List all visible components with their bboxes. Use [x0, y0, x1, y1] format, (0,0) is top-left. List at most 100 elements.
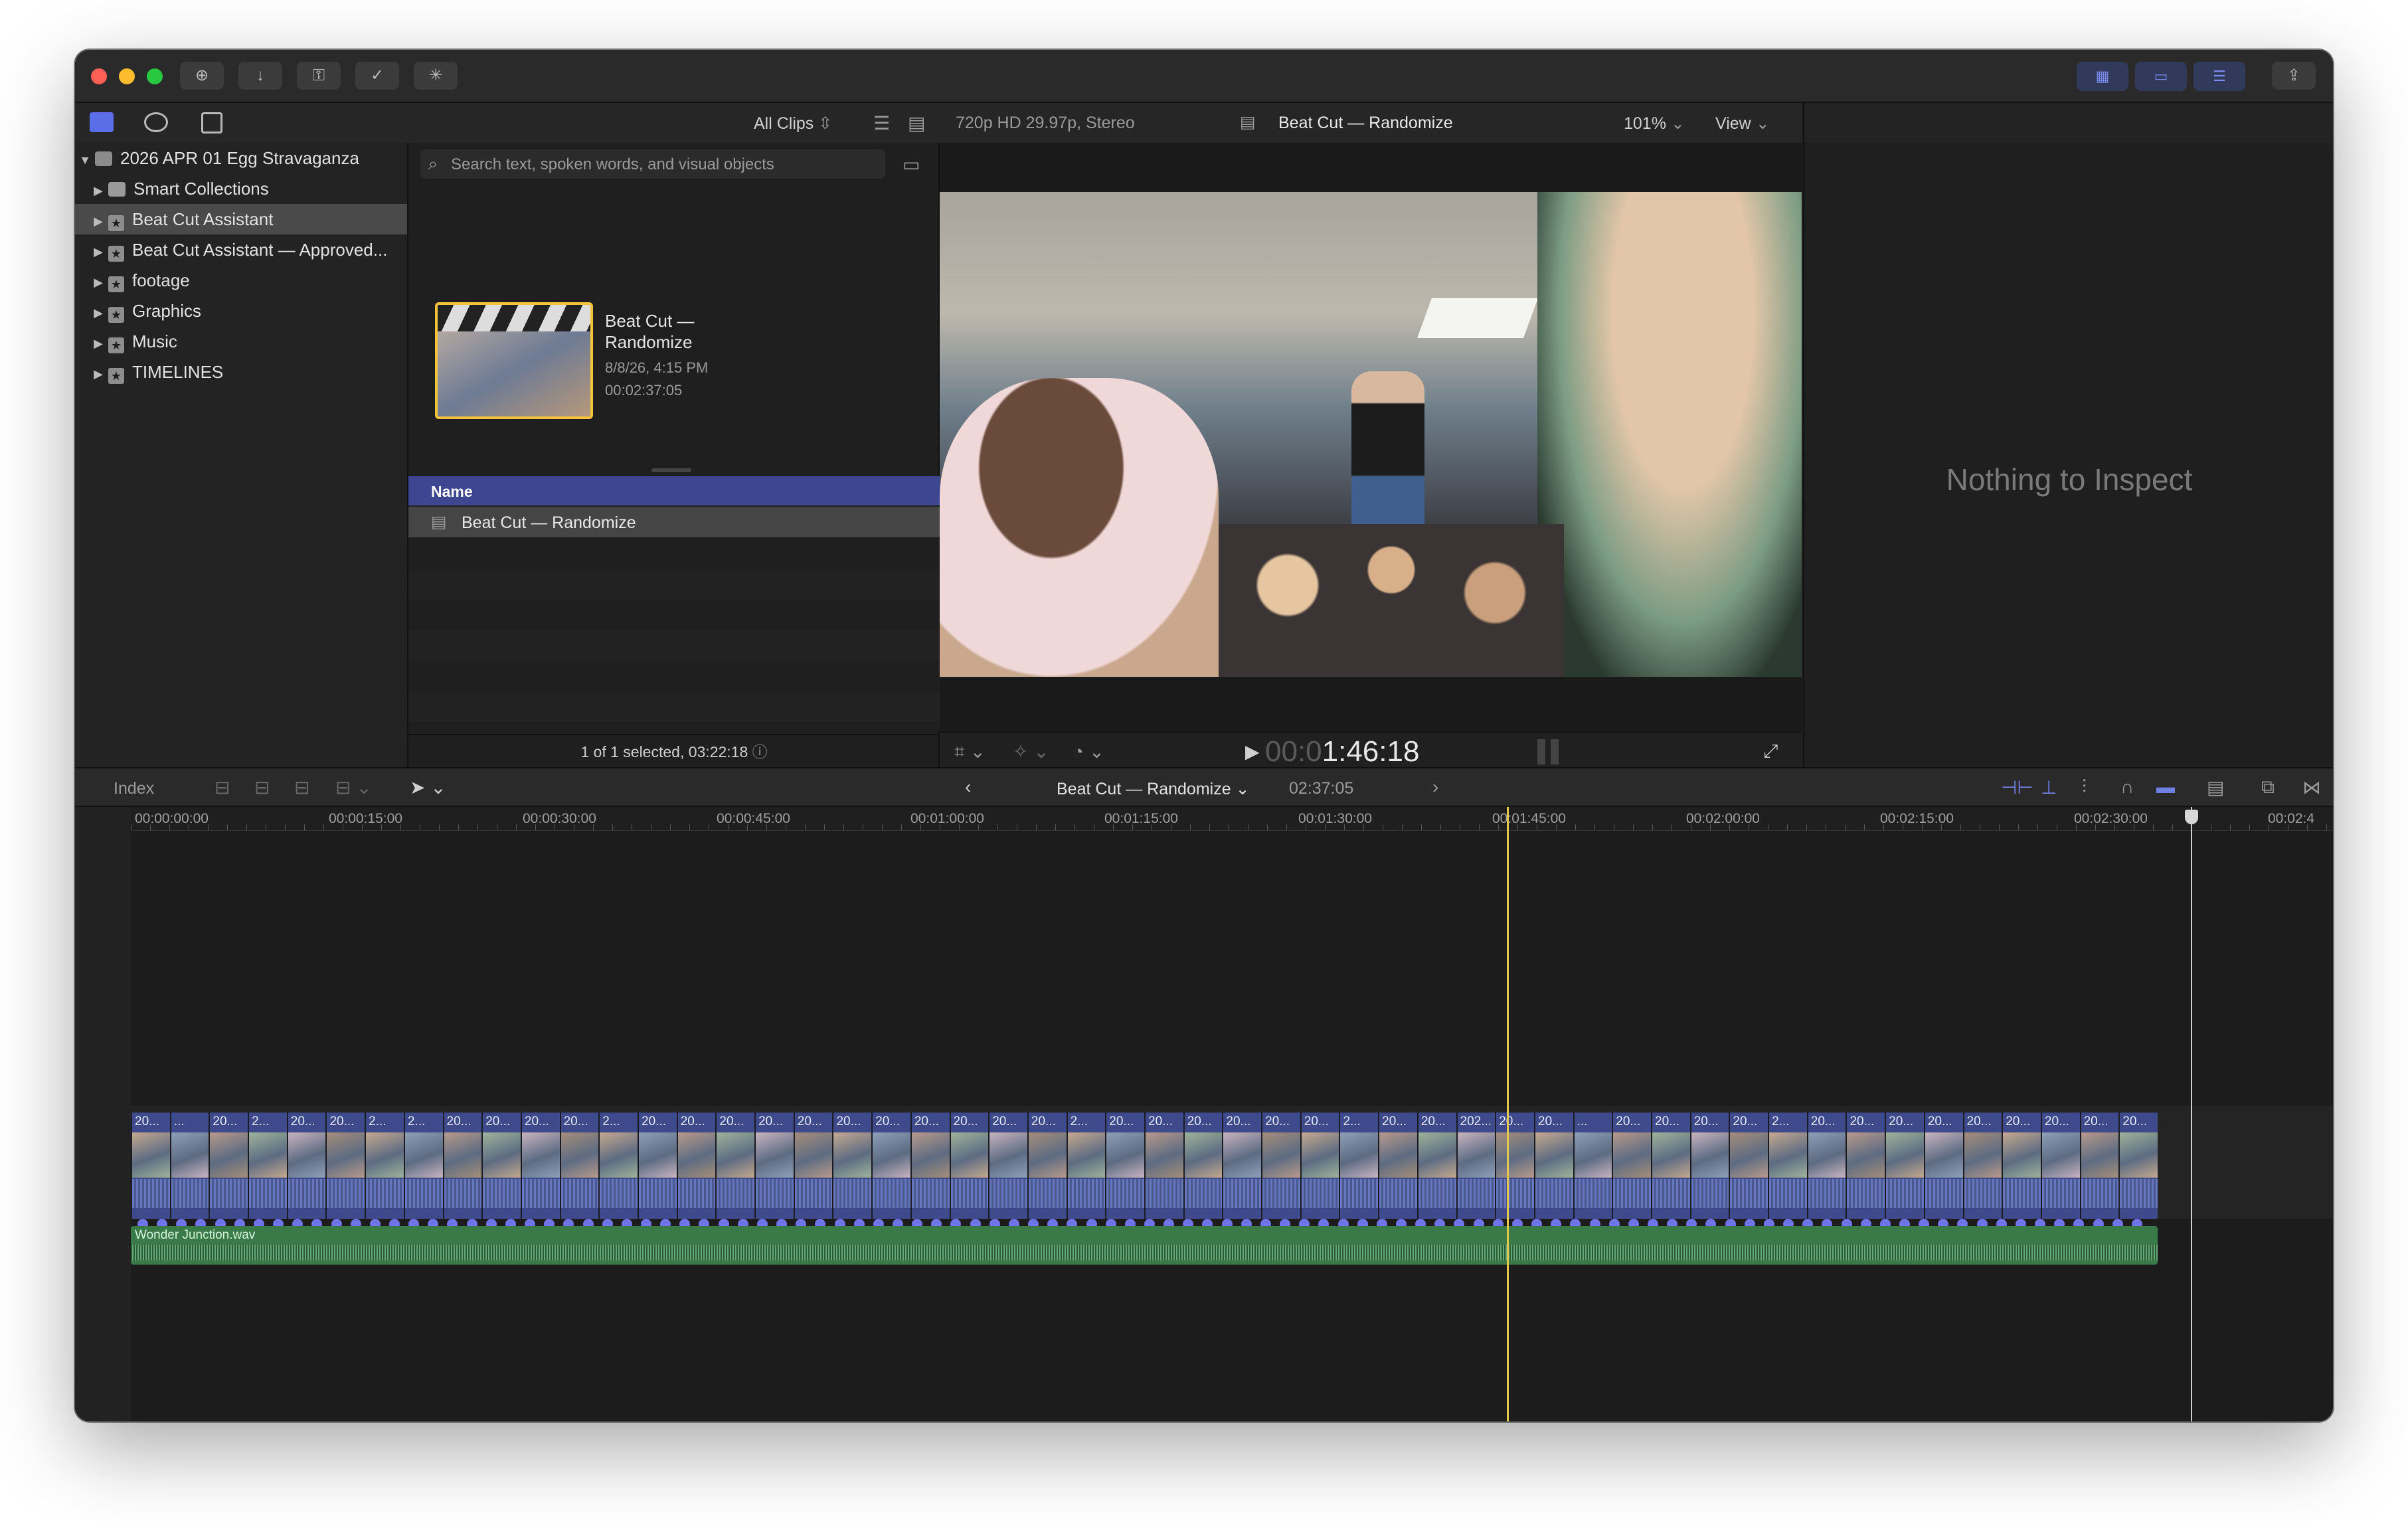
connect-clip-icon[interactable]: ⊟: [215, 776, 230, 798]
play-icon[interactable]: ▶: [1245, 741, 1260, 762]
timeline-clip[interactable]: 2...: [1768, 1113, 1807, 1219]
effects-browser-icon[interactable]: ⧉: [2261, 776, 2275, 798]
skimmer-line[interactable]: [1507, 807, 1509, 1421]
timeline-clip[interactable]: 2...: [598, 1113, 638, 1219]
history-back-icon[interactable]: ‹: [965, 776, 971, 798]
timeline-clip[interactable]: 20...: [442, 1113, 482, 1219]
disclosure-icon[interactable]: ▶: [88, 359, 108, 389]
transitions-browser-icon[interactable]: ⋈: [2302, 776, 2321, 798]
timeline-clip[interactable]: 20...: [2040, 1113, 2080, 1219]
disclosure-open-icon[interactable]: ▼: [75, 145, 95, 175]
filmstrip-icon[interactable]: ▤: [908, 112, 925, 134]
photos-audio-icon[interactable]: [144, 112, 168, 132]
disclosure-icon[interactable]: ▶: [88, 298, 108, 328]
timeline-clip[interactable]: 20...: [910, 1113, 950, 1219]
clip-filter-menu[interactable]: All Clips ⇳: [754, 114, 832, 134]
checkmark-icon[interactable]: ✓: [355, 62, 399, 90]
timeline-clip[interactable]: 20...: [1261, 1113, 1300, 1219]
timecode-display[interactable]: 00:01:46:18: [1265, 735, 1419, 768]
zoom-button[interactable]: [147, 68, 163, 84]
library-item-timelines[interactable]: ▶ ★ TIMELINES: [75, 357, 407, 387]
clip-thumbnail[interactable]: [435, 302, 593, 419]
timeline-clip[interactable]: 20...: [988, 1113, 1027, 1219]
timeline-clip[interactable]: 20...: [1144, 1113, 1183, 1219]
enhance-icon[interactable]: ✧ ⌄: [1013, 741, 1049, 762]
overwrite-clip-icon[interactable]: ⊟ ⌄: [335, 776, 372, 798]
select-tool-icon[interactable]: ➤ ⌄: [410, 776, 446, 798]
skimming-audio-icon[interactable]: ⫶: [2082, 776, 2087, 798]
timeline-clip[interactable]: 20...: [1533, 1113, 1573, 1219]
timeline-clip[interactable]: 20...: [1105, 1113, 1144, 1219]
disclosure-icon[interactable]: ▶: [88, 236, 108, 267]
timeline-clip[interactable]: 2...: [248, 1113, 287, 1219]
zoom-to-fit-icon[interactable]: ⊣⊢: [2001, 776, 2033, 798]
timeline-clip[interactable]: 20...: [1495, 1113, 1534, 1219]
list-item[interactable]: ▤ Beat Cut — Randomize: [408, 507, 940, 537]
timeline-clip[interactable]: 20...: [1729, 1113, 1768, 1219]
timeline-clip[interactable]: 20...: [481, 1113, 521, 1219]
timeline-clip[interactable]: 20...: [1222, 1113, 1262, 1219]
timeline-clip[interactable]: 20...: [676, 1113, 716, 1219]
key-icon[interactable]: ⚿: [297, 62, 341, 90]
timeline-clip[interactable]: 20...: [559, 1113, 599, 1219]
sparkle-icon[interactable]: ✳: [414, 62, 458, 90]
timeline-clip[interactable]: 20...: [1885, 1113, 1924, 1219]
history-forward-icon[interactable]: ›: [1432, 776, 1438, 798]
timeline-clip[interactable]: ...: [1573, 1113, 1612, 1219]
insert-clip-icon[interactable]: ⊟: [254, 776, 270, 798]
timeline-clip[interactable]: 20...: [871, 1113, 910, 1219]
timeline-clip[interactable]: 20...: [1846, 1113, 1885, 1219]
timeline-clip[interactable]: 20...: [1962, 1113, 2002, 1219]
timeline-clip[interactable]: 2...: [403, 1113, 443, 1219]
browser-toggle-icon[interactable]: ▦: [2077, 62, 2128, 91]
timeline-clip[interactable]: 20...: [1806, 1113, 1846, 1219]
timeline-project-menu[interactable]: Beat Cut — Randomize ⌄: [1057, 779, 1250, 799]
timeline-clip[interactable]: 20...: [949, 1113, 989, 1219]
disclosure-icon[interactable]: ▶: [88, 206, 108, 236]
timeline-clip[interactable]: 202...: [1456, 1113, 1496, 1219]
timeline-clip[interactable]: 20...: [1183, 1113, 1223, 1219]
inspector-toggle-icon[interactable]: ☰: [2193, 62, 2245, 91]
timeline-clip[interactable]: 2...: [365, 1113, 404, 1219]
timeline-ruler[interactable]: 00:00:00:00 00:00:15:00 00:00:30:00 00:0…: [131, 807, 2333, 831]
timeline-clip[interactable]: 20...: [1300, 1113, 1339, 1219]
timeline-clip[interactable]: 20...: [1651, 1113, 1690, 1219]
timeline-clip[interactable]: 20...: [754, 1113, 794, 1219]
minimize-button[interactable]: [119, 68, 135, 84]
libraries-icon[interactable]: [90, 112, 114, 132]
viewer-video-frame[interactable]: [940, 192, 1802, 677]
timeline-clip[interactable]: 20...: [793, 1113, 833, 1219]
zoom-menu[interactable]: 101% ⌄: [1624, 114, 1685, 134]
solo-icon[interactable]: ▬: [2156, 776, 2175, 798]
timeline-clip[interactable]: 20...: [1378, 1113, 1417, 1219]
timeline-toggle-icon[interactable]: ▭: [2135, 62, 2187, 91]
disclosure-icon[interactable]: ▶: [88, 328, 108, 359]
library-item-music[interactable]: ▶ ★ Music: [75, 326, 407, 357]
timeline-clip[interactable]: 20...: [1923, 1113, 1963, 1219]
playhead-icon[interactable]: [2185, 810, 2198, 824]
timeline-clip[interactable]: 20...: [1417, 1113, 1456, 1219]
fullscreen-icon[interactable]: ⤢: [1763, 741, 1778, 762]
timeline-clip[interactable]: 20...: [286, 1113, 326, 1219]
timeline-clip[interactable]: 20...: [2002, 1113, 2041, 1219]
timeline-clip[interactable]: 20...: [131, 1113, 170, 1219]
timeline-clip[interactable]: 20...: [1027, 1113, 1067, 1219]
timeline-clip[interactable]: 20...: [832, 1113, 872, 1219]
timeline-clip[interactable]: 20...: [1612, 1113, 1651, 1219]
library-item-beat-cut-approved[interactable]: ▶ ★ Beat Cut Assistant — Approved...: [75, 234, 407, 265]
share-icon[interactable]: ⇪: [2272, 62, 2316, 90]
snapping-icon[interactable]: ⊥: [2041, 776, 2057, 798]
filter-window-icon[interactable]: ▭: [903, 153, 920, 175]
timeline-clip[interactable]: ...: [169, 1113, 209, 1219]
headphones-icon[interactable]: ∩: [2120, 776, 2134, 798]
disclosure-icon[interactable]: ▶: [88, 175, 108, 206]
timeline-clip[interactable]: 2...: [1066, 1113, 1106, 1219]
info-icon[interactable]: ⓘ: [752, 743, 768, 760]
timeline-clip[interactable]: 2...: [1339, 1113, 1379, 1219]
library-item-graphics[interactable]: ▶ ★ Graphics: [75, 296, 407, 326]
library-item-smart-collections[interactable]: ▶ Smart Collections: [75, 173, 407, 204]
timeline-clip[interactable]: 20...: [325, 1113, 365, 1219]
timeline-clip[interactable]: 20...: [1689, 1113, 1729, 1219]
library-item-footage[interactable]: ▶ ★ footage: [75, 265, 407, 296]
append-clip-icon[interactable]: ⊟: [294, 776, 309, 798]
